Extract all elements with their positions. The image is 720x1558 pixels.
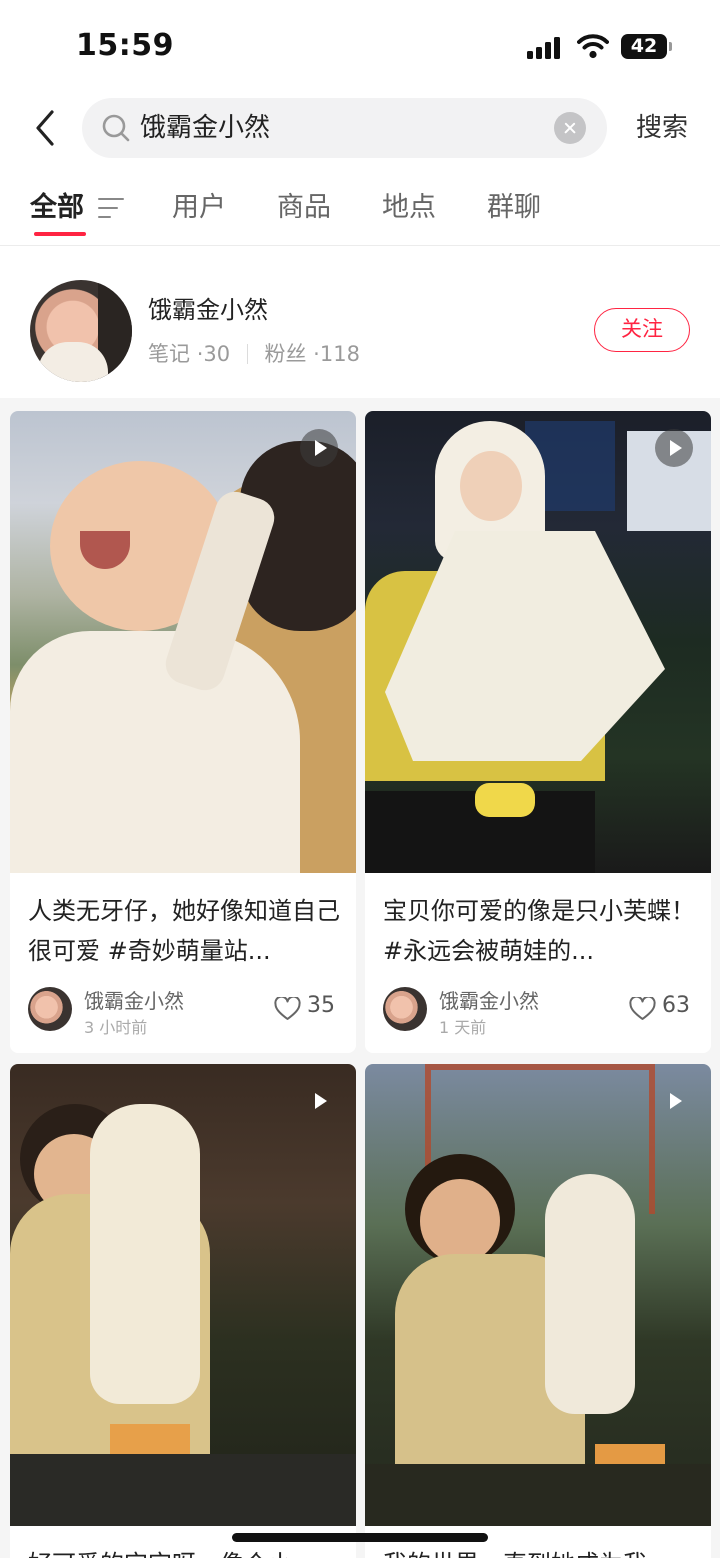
tab-places[interactable]: 地点 (382, 180, 436, 236)
note-cover-image[interactable] (365, 411, 711, 873)
tab-products[interactable]: 商品 (277, 180, 331, 236)
note-cover-image[interactable] (365, 1064, 711, 1526)
note-time: 1 天前 (439, 1018, 487, 1037)
note-cover-image[interactable] (10, 1064, 356, 1526)
heart-icon[interactable] (629, 997, 656, 1021)
search-input[interactable]: 饿霸金小然 (140, 98, 540, 158)
tab-users[interactable]: 用户 (172, 180, 226, 236)
avatar[interactable] (30, 280, 132, 382)
home-indicator[interactable] (232, 1533, 488, 1542)
note-title[interactable]: 宝贝你可爱的像是只小芙蝶！ #永远会被萌娃的... (383, 891, 699, 971)
status-bar: 15:59 42 (0, 0, 720, 90)
note-card[interactable]: 我的世界，直到她成为我... (365, 1064, 711, 1558)
signal-icon (527, 37, 563, 59)
search-icon (102, 114, 130, 142)
note-cover-image[interactable] (10, 411, 356, 873)
note-title[interactable]: 我的世界，直到她成为我... (383, 1544, 699, 1558)
status-time: 15:59 (76, 28, 174, 63)
search-button[interactable]: 搜索 (636, 96, 688, 160)
like-count: 63 (662, 993, 690, 1018)
notes-label: 笔记 (148, 342, 190, 366)
user-name[interactable]: 饿霸金小然 (148, 290, 268, 325)
author-avatar[interactable] (28, 987, 72, 1031)
clear-icon[interactable] (554, 112, 586, 144)
back-arrow-icon[interactable] (28, 106, 62, 150)
note-card[interactable]: 好可爱的宝宝呀，像个小... (10, 1064, 356, 1558)
play-icon (300, 429, 338, 467)
user-stats: 笔记 ·30 粉丝 ·118 (148, 342, 360, 366)
author-name[interactable]: 饿霸金小然 (84, 985, 184, 1014)
filter-icon[interactable] (98, 198, 124, 220)
tab-all[interactable]: 全部 (30, 180, 84, 236)
play-icon (655, 429, 693, 467)
note-title[interactable]: 人类无牙仔，她好像知道自己很可爱 #奇妙萌量站... (28, 891, 344, 971)
notes-count: 30 (203, 342, 231, 366)
tab-active-indicator (34, 232, 86, 236)
like-count: 35 (307, 993, 335, 1018)
note-card[interactable]: 人类无牙仔，她好像知道自己很可爱 #奇妙萌量站... 饿霸金小然 3 小时前 3… (10, 411, 356, 1053)
user-result-card[interactable]: 饿霸金小然 笔记 ·30 粉丝 ·118 关注 (0, 276, 720, 386)
tab-bar: 全部 用户 商品 地点 群聊 (0, 180, 720, 246)
stats-divider (246, 344, 248, 364)
author-name[interactable]: 饿霸金小然 (439, 985, 539, 1014)
fans-label: 粉丝 (264, 342, 307, 366)
author-avatar[interactable] (383, 987, 427, 1031)
search-header: 饿霸金小然 搜索 (0, 96, 720, 160)
fans-count: 118 (319, 342, 360, 366)
tab-group-chats[interactable]: 群聊 (487, 180, 541, 236)
play-icon (655, 1082, 693, 1120)
battery-icon: 42 (621, 34, 672, 59)
play-icon (300, 1082, 338, 1120)
heart-icon[interactable] (274, 997, 301, 1021)
note-title[interactable]: 好可爱的宝宝呀，像个小... (28, 1544, 344, 1558)
follow-button[interactable]: 关注 (594, 308, 690, 352)
note-card[interactable]: 宝贝你可爱的像是只小芙蝶！ #永远会被萌娃的... 饿霸金小然 1 天前 63 (365, 411, 711, 1053)
wifi-icon (577, 34, 609, 59)
search-box[interactable]: 饿霸金小然 (82, 98, 607, 158)
note-time: 3 小时前 (84, 1018, 148, 1037)
